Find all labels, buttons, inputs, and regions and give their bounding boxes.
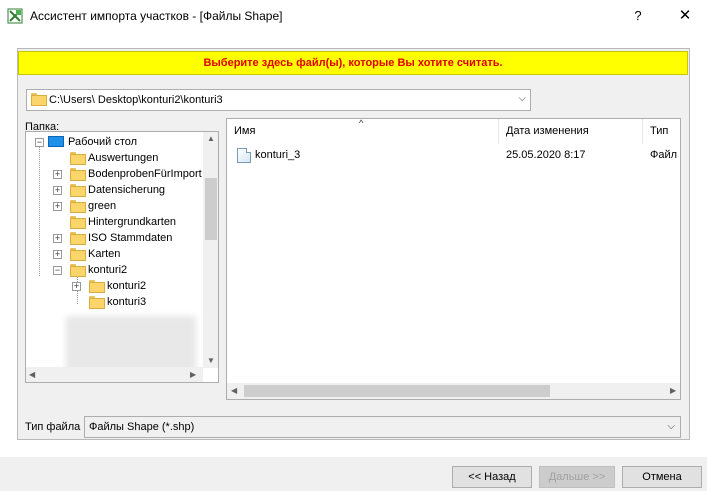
tree-item[interactable]: + ISO Stammdaten [26, 230, 206, 246]
folder-icon [31, 93, 47, 106]
folder-tree[interactable]: − Рабочий стол Auswertungen + Bodenprobe… [25, 131, 219, 383]
file-icon [237, 148, 251, 163]
tree-item-label: konturi2 [107, 280, 147, 292]
column-header-date[interactable]: Дата изменения [499, 119, 643, 144]
expand-toggle[interactable]: + [53, 202, 62, 211]
tree-item[interactable]: konturi3 [26, 294, 206, 310]
expand-toggle[interactable]: + [53, 234, 62, 243]
scroll-right-icon[interactable]: ▶ [670, 386, 676, 395]
tree-item[interactable]: + green [26, 198, 206, 214]
tree-item-label: BodenprobenFürImport [88, 168, 202, 180]
collapse-toggle[interactable]: − [35, 138, 44, 147]
file-date: 25.05.2020 8:17 [506, 149, 586, 161]
tree-item-label: Karten [88, 248, 121, 260]
tree-item-desktop[interactable]: − Рабочий стол [26, 134, 206, 150]
desktop-icon [48, 136, 64, 147]
filetype-dropdown[interactable]: Файлы Shape (*.shp) ⌵ [84, 416, 681, 438]
help-button[interactable]: ? [624, 4, 652, 28]
folder-icon [89, 280, 105, 293]
expand-toggle[interactable]: + [53, 170, 62, 179]
folder-icon [70, 232, 86, 245]
cancel-button[interactable]: Отмена [622, 466, 702, 488]
tree-item[interactable]: + Karten [26, 246, 206, 262]
file-row[interactable]: konturi_3 25.05.2020 8:17 Файл [227, 147, 680, 165]
scroll-thumb[interactable] [244, 385, 550, 397]
scroll-down-icon[interactable]: ▼ [207, 356, 215, 365]
folder-icon [70, 216, 86, 229]
tree-vertical-scrollbar[interactable]: ▲ ▼ [203, 132, 218, 368]
file-list[interactable]: Имя Дата изменения Тип konturi_3 25.05.2… [226, 118, 681, 400]
expand-toggle[interactable]: + [53, 186, 62, 195]
folder-icon [70, 248, 86, 261]
tree-item-label: ISO Stammdaten [88, 232, 173, 244]
path-dropdown[interactable]: C:\Users\ Desktop\konturi2\konturi3 ⌵ [26, 89, 531, 111]
close-button[interactable]: ✕ [671, 4, 699, 28]
tree-item[interactable]: + Datensicherung [26, 182, 206, 198]
tree-item-label: green [88, 200, 117, 212]
tree-item[interactable]: Hintergrundkarten [26, 214, 206, 230]
sort-ascending-icon: ^ [359, 118, 364, 128]
app-icon [7, 8, 23, 24]
column-header-type[interactable]: Тип [643, 119, 680, 144]
tree-item-label: konturi3 [107, 296, 147, 308]
expand-toggle[interactable]: + [53, 250, 62, 259]
folder-icon [70, 200, 86, 213]
scroll-right-icon[interactable]: ▶ [190, 370, 196, 379]
tree-item-label: Datensicherung [88, 184, 166, 196]
folder-icon [70, 264, 86, 277]
folder-icon [89, 296, 105, 309]
collapse-toggle[interactable]: − [53, 266, 62, 275]
filetype-label: Тип файла [25, 421, 81, 433]
tree-item[interactable]: − konturi2 [26, 262, 206, 278]
tree-horizontal-scrollbar[interactable]: ◀ ▶ [26, 367, 203, 382]
filetype-value: Файлы Shape (*.shp) [89, 421, 195, 433]
folder-icon [70, 168, 86, 181]
back-button[interactable]: << Назад [452, 466, 532, 488]
tree-item-label: Hintergrundkarten [88, 216, 177, 228]
tree-item-label: konturi2 [88, 264, 128, 276]
folder-icon [70, 152, 86, 165]
tree-item-label: Auswertungen [88, 152, 159, 164]
file-name: konturi_3 [255, 149, 301, 161]
expand-toggle[interactable]: + [72, 282, 81, 291]
tree-item[interactable]: Auswertungen [26, 150, 206, 166]
next-button[interactable]: Дальше >> [539, 466, 615, 488]
scroll-thumb[interactable] [205, 178, 217, 240]
window-title: Ассистент импорта участков - [Файлы Shap… [30, 9, 283, 23]
path-value: C:\Users\ Desktop\konturi2\konturi3 [49, 94, 223, 106]
tree-item-label: Рабочий стол [68, 136, 138, 148]
chevron-down-icon[interactable]: ⌵ [518, 93, 526, 104]
scroll-up-icon[interactable]: ▲ [207, 134, 215, 143]
list-horizontal-scrollbar[interactable]: ◀ ▶ [227, 383, 680, 399]
tree-item[interactable]: + konturi2 [26, 278, 206, 294]
title-bar: Ассистент импорта участков - [Файлы Shap… [0, 0, 707, 32]
folder-icon [70, 184, 86, 197]
chevron-down-icon[interactable]: ⌵ [667, 421, 675, 432]
scroll-left-icon[interactable]: ◀ [231, 386, 237, 395]
instruction-banner: Выберите здесь файл(ы), которые Вы хотит… [18, 51, 688, 75]
scroll-left-icon[interactable]: ◀ [29, 370, 35, 379]
tree-item[interactable]: + BodenprobenFürImport [26, 166, 206, 182]
file-type: Файл [650, 149, 678, 161]
